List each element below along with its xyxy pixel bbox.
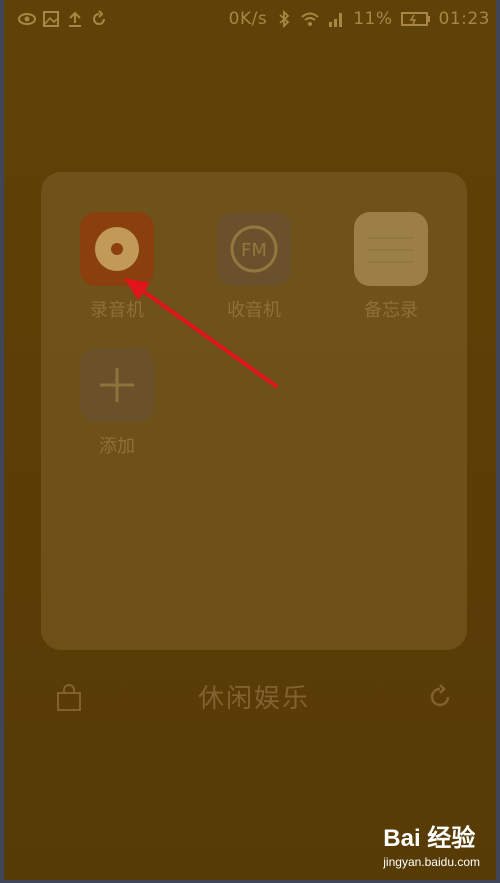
image-icon [42,10,60,28]
wifi-icon [301,10,319,28]
folder-panel: 录音机 FM 收音机 备忘录 添加 [41,172,467,650]
refresh-icon[interactable] [427,684,453,710]
app-recorder[interactable]: 录音机 [67,212,167,322]
app-label: 备忘录 [364,300,418,321]
app-label: 添加 [99,436,135,457]
phone-screen: 0K/s 11% 01:23 录音机 FM 收音机 备忘录 添加 休闲娱乐 [0,0,500,883]
recorder-icon[interactable] [80,212,154,286]
shopping-bag-icon[interactable] [56,684,82,712]
bluetooth-icon [275,10,293,28]
status-bar-system: 0K/s 11% 01:23 [229,9,490,29]
status-bar-notifications [18,10,108,28]
app-add[interactable]: 添加 [67,348,167,458]
fm-label: FM [241,240,267,261]
watermark-logo: Bai 经验 [383,825,476,852]
watermark-url: jingyan.baidu.com [383,855,480,869]
clock: 01:23 [438,9,490,29]
add-icon[interactable] [80,348,154,422]
network-speed: 0K/s [228,9,268,29]
app-radio[interactable]: FM 收音机 [204,212,304,322]
radio-icon[interactable]: FM [217,212,291,286]
folder-title[interactable]: 休闲娱乐 [154,678,354,715]
app-memo[interactable]: 备忘录 [341,212,441,322]
sync-icon [90,10,108,28]
battery-percent: 11% [353,9,393,29]
eye-icon [18,10,36,28]
battery-icon [400,10,431,28]
app-label: 收音机 [227,300,281,321]
upload-icon [66,10,84,28]
app-label: 录音机 [90,300,144,321]
status-bar: 0K/s 11% 01:23 [8,0,500,42]
baidu-watermark: Bai 经验 jingyan.baidu.com [383,818,480,869]
memo-icon[interactable] [354,212,428,286]
signal-icon [327,10,345,28]
